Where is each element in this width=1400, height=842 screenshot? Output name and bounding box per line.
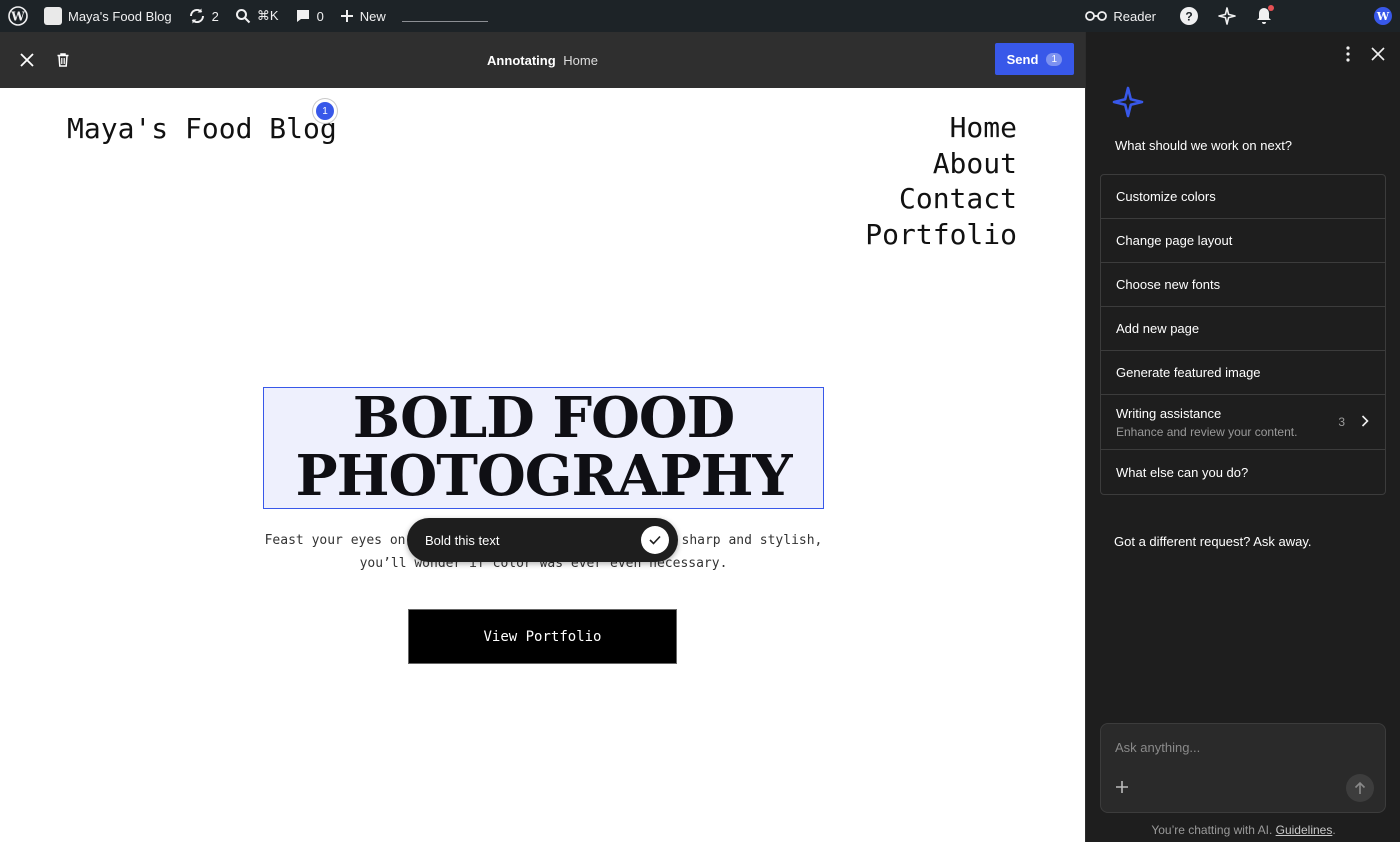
nav-item-home[interactable]: Home bbox=[865, 110, 1017, 146]
annotation-toolbar: Annotating Home Send 1 bbox=[0, 32, 1085, 88]
updates-icon bbox=[189, 8, 204, 24]
ai-assistant-panel: What should we work on next? Customize c… bbox=[1085, 32, 1400, 842]
search-shortcut: ⌘K bbox=[256, 8, 279, 23]
disclaimer-period: . bbox=[1332, 823, 1336, 837]
help-icon: ? bbox=[1180, 7, 1198, 25]
panel-question: What should we work on next? bbox=[1115, 138, 1293, 153]
nav-item-contact[interactable]: Contact bbox=[865, 181, 1017, 217]
delete-annotations-button[interactable] bbox=[45, 42, 81, 78]
site-title[interactable]: Maya's Food Blog bbox=[67, 112, 337, 145]
hero-heading[interactable]: BOLD FOOD PHOTOGRAPHY bbox=[263, 389, 824, 505]
mode-label: Annotating bbox=[487, 52, 556, 68]
close-annotation-button[interactable] bbox=[9, 42, 45, 78]
new-label: New bbox=[359, 8, 386, 24]
svg-text:W: W bbox=[10, 10, 25, 24]
hero-heading-line-2: PHOTOGRAPHY bbox=[295, 443, 792, 509]
send-message-button[interactable] bbox=[1346, 774, 1374, 802]
add-attachment-button[interactable] bbox=[1115, 780, 1129, 799]
close-panel-button[interactable] bbox=[1366, 42, 1390, 66]
ai-sparkle-icon bbox=[1112, 86, 1144, 123]
chat-box bbox=[1100, 723, 1386, 813]
close-icon bbox=[1371, 47, 1385, 61]
hero-paragraph-end: sharp and stylish, bbox=[681, 533, 823, 548]
suggestion-generate-featured-image[interactable]: Generate featured image bbox=[1101, 351, 1385, 395]
suggestion-what-else[interactable]: What else can you do? bbox=[1101, 450, 1385, 494]
search-icon bbox=[235, 9, 251, 24]
reader-link[interactable]: Reader bbox=[1077, 0, 1170, 32]
command-search[interactable]: ⌘K bbox=[227, 0, 287, 32]
suggestion-count: 3 bbox=[1338, 415, 1345, 429]
nav-item-portfolio[interactable]: Portfolio bbox=[865, 217, 1017, 253]
suggestion-customize-colors[interactable]: Customize colors bbox=[1101, 175, 1385, 219]
hero-paragraph-start: Feast your eyes on bbox=[264, 533, 406, 548]
close-icon bbox=[20, 53, 34, 67]
disclaimer-text: You’re chatting with AI. bbox=[1151, 823, 1273, 837]
suggestion-list: Customize colors Change page layout Choo… bbox=[1100, 174, 1386, 495]
site-preview-canvas: Maya's Food Blog 1 Home About Contact Po… bbox=[0, 88, 1085, 842]
updates-menu[interactable]: 2 bbox=[180, 0, 227, 32]
suggestion-change-page-layout[interactable]: Change page layout bbox=[1101, 219, 1385, 263]
site-name-label: Maya's Food Blog bbox=[68, 8, 172, 24]
site-icon bbox=[44, 7, 62, 25]
help-button[interactable]: ? bbox=[1170, 0, 1208, 32]
notifications-button[interactable] bbox=[1246, 0, 1282, 32]
suggestion-writing-assistance[interactable]: Writing assistance Enhance and review yo… bbox=[1101, 395, 1385, 450]
checkmark-icon bbox=[649, 535, 661, 545]
sparkle-icon bbox=[1218, 7, 1236, 25]
page-label: Home bbox=[563, 52, 598, 68]
annotation-text[interactable]: Bold this text bbox=[425, 533, 499, 548]
panel-header-actions bbox=[1338, 42, 1390, 66]
panel-options-button[interactable] bbox=[1338, 42, 1358, 66]
more-vertical-icon bbox=[1346, 46, 1350, 62]
ai-disclaimer: You’re chatting with AI. Guidelines. bbox=[1086, 823, 1400, 837]
arrow-up-icon bbox=[1354, 781, 1366, 794]
account-menu[interactable]: W bbox=[1282, 0, 1400, 32]
plus-icon bbox=[340, 10, 353, 22]
suggestion-description: Enhance and review your content. bbox=[1116, 424, 1298, 439]
suggestion-label: Writing assistance bbox=[1116, 405, 1222, 421]
send-label: Send bbox=[1006, 51, 1039, 67]
reader-label: Reader bbox=[1113, 8, 1156, 24]
admin-bar-divider bbox=[401, 20, 488, 22]
svg-text:W: W bbox=[1376, 10, 1390, 23]
site-navigation: Home About Contact Portfolio bbox=[865, 110, 1017, 252]
comments-count: 0 bbox=[316, 8, 324, 24]
confirm-annotation-button[interactable] bbox=[641, 526, 669, 554]
avatar: W bbox=[1374, 7, 1392, 25]
comment-icon bbox=[296, 10, 309, 22]
nav-item-about[interactable]: About bbox=[865, 146, 1017, 182]
trash-icon bbox=[57, 53, 69, 67]
reader-glasses-icon bbox=[1085, 11, 1108, 21]
site-name-menu[interactable]: Maya's Food Blog bbox=[36, 0, 180, 32]
hero-heading-line-1: BOLD FOOD bbox=[352, 385, 735, 451]
suggestion-choose-new-fonts[interactable]: Choose new fonts bbox=[1101, 263, 1385, 307]
wordpress-logo-icon[interactable]: W bbox=[0, 0, 36, 32]
updates-count: 2 bbox=[211, 8, 219, 24]
toolbar-title: Annotating Home bbox=[0, 53, 1085, 68]
chat-input[interactable] bbox=[1115, 740, 1365, 755]
annotation-popover: Bold this text bbox=[407, 518, 678, 562]
ask-prompt: Got a different request? Ask away. bbox=[1114, 534, 1312, 549]
new-content-menu[interactable]: New bbox=[332, 0, 394, 32]
chevron-right-icon bbox=[1361, 415, 1369, 427]
comments-menu[interactable]: 0 bbox=[287, 0, 332, 32]
annotation-pin[interactable]: 1 bbox=[316, 102, 334, 120]
ai-assistant-button[interactable] bbox=[1208, 0, 1246, 32]
svg-text:?: ? bbox=[1185, 10, 1192, 24]
send-count-badge: 1 bbox=[1046, 52, 1062, 66]
send-button[interactable]: Send 1 bbox=[994, 43, 1074, 75]
view-portfolio-button[interactable]: View Portfolio bbox=[408, 609, 677, 664]
admin-bar: W Maya's Food Blog 2 ⌘K 0 New Reader ? W bbox=[0, 0, 1400, 32]
plus-icon bbox=[1116, 781, 1128, 793]
guidelines-link[interactable]: Guidelines bbox=[1276, 823, 1333, 837]
notification-dot bbox=[1268, 5, 1274, 11]
suggestion-add-new-page[interactable]: Add new page bbox=[1101, 307, 1385, 351]
